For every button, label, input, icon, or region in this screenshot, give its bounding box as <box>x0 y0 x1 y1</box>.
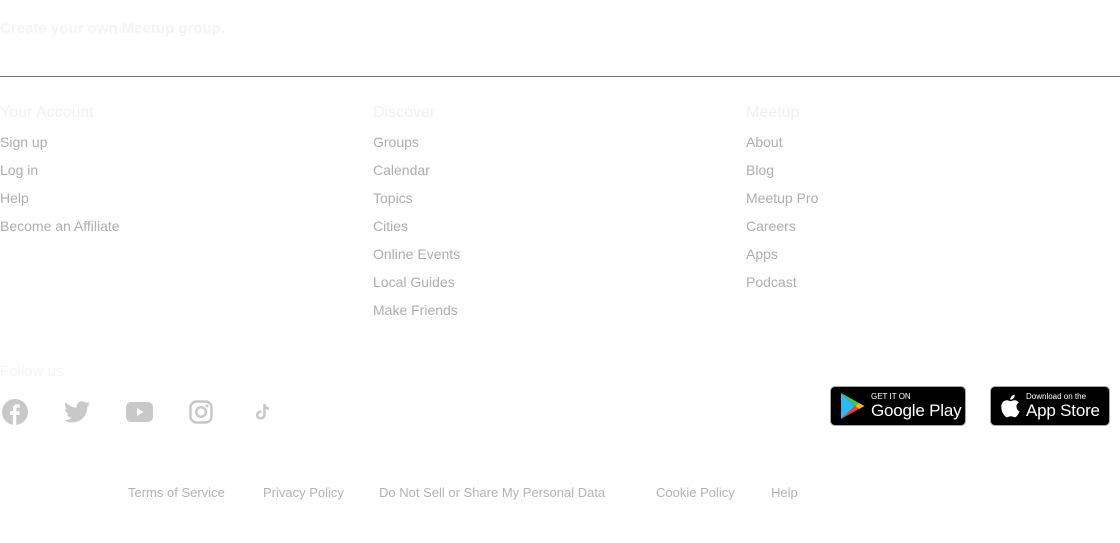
google-play-large-text: Google Play <box>871 401 962 420</box>
do-not-sell-link[interactable]: Do Not Sell or Share My Personal Data <box>379 485 605 500</box>
online-events-link[interactable]: Online Events <box>373 246 460 262</box>
account-column: Your Account Sign up Log in Help Become … <box>0 103 120 244</box>
privacy-policy-link[interactable]: Privacy Policy <box>263 485 344 500</box>
google-play-small-text: GET IT ON <box>871 392 911 401</box>
affiliate-link[interactable]: Become an Affiliate <box>0 218 120 234</box>
discover-column: Discover Groups Calendar Topics Cities O… <box>373 103 460 328</box>
calendar-link[interactable]: Calendar <box>373 162 430 178</box>
create-group-link[interactable]: Create your own Meetup group. <box>0 20 225 37</box>
cities-link[interactable]: Cities <box>373 218 408 234</box>
cookie-policy-link[interactable]: Cookie Policy <box>656 485 735 500</box>
facebook-icon[interactable] <box>1 398 29 426</box>
footer-divider <box>0 76 1120 77</box>
terms-of-service-link[interactable]: Terms of Service <box>128 485 225 500</box>
about-link[interactable]: About <box>746 134 783 150</box>
make-friends-link[interactable]: Make Friends <box>373 302 458 318</box>
twitter-icon[interactable] <box>63 398 91 426</box>
app-store-large-text: App Store <box>1026 401 1100 420</box>
meetup-heading: Meetup <box>746 104 800 121</box>
blog-link[interactable]: Blog <box>746 162 774 178</box>
careers-link[interactable]: Careers <box>746 218 796 234</box>
apple-icon <box>1001 394 1020 418</box>
log-in-link[interactable]: Log in <box>0 162 38 178</box>
google-play-badge[interactable]: GET IT ON Google Play <box>830 386 966 426</box>
apps-link[interactable]: Apps <box>746 246 778 262</box>
instagram-icon[interactable] <box>187 398 215 426</box>
tiktok-icon[interactable] <box>249 398 277 426</box>
help-link[interactable]: Help <box>0 190 29 206</box>
meetup-pro-link[interactable]: Meetup Pro <box>746 190 818 206</box>
discover-heading: Discover <box>373 104 436 121</box>
youtube-icon[interactable] <box>125 398 153 426</box>
local-guides-link[interactable]: Local Guides <box>373 274 455 290</box>
account-heading: Your Account <box>0 104 94 121</box>
legal-help-link[interactable]: Help <box>771 485 798 500</box>
app-store-small-text: Download on the <box>1026 392 1087 401</box>
meetup-column: Meetup About Blog Meetup Pro Careers App… <box>746 103 818 300</box>
google-play-icon <box>841 393 865 419</box>
topics-link[interactable]: Topics <box>373 190 413 206</box>
podcast-link[interactable]: Podcast <box>746 274 797 290</box>
groups-link[interactable]: Groups <box>373 134 419 150</box>
app-store-badge[interactable]: Download on the App Store <box>990 386 1110 426</box>
follow-us-label: Follow us <box>0 363 64 380</box>
sign-up-link[interactable]: Sign up <box>0 134 47 150</box>
